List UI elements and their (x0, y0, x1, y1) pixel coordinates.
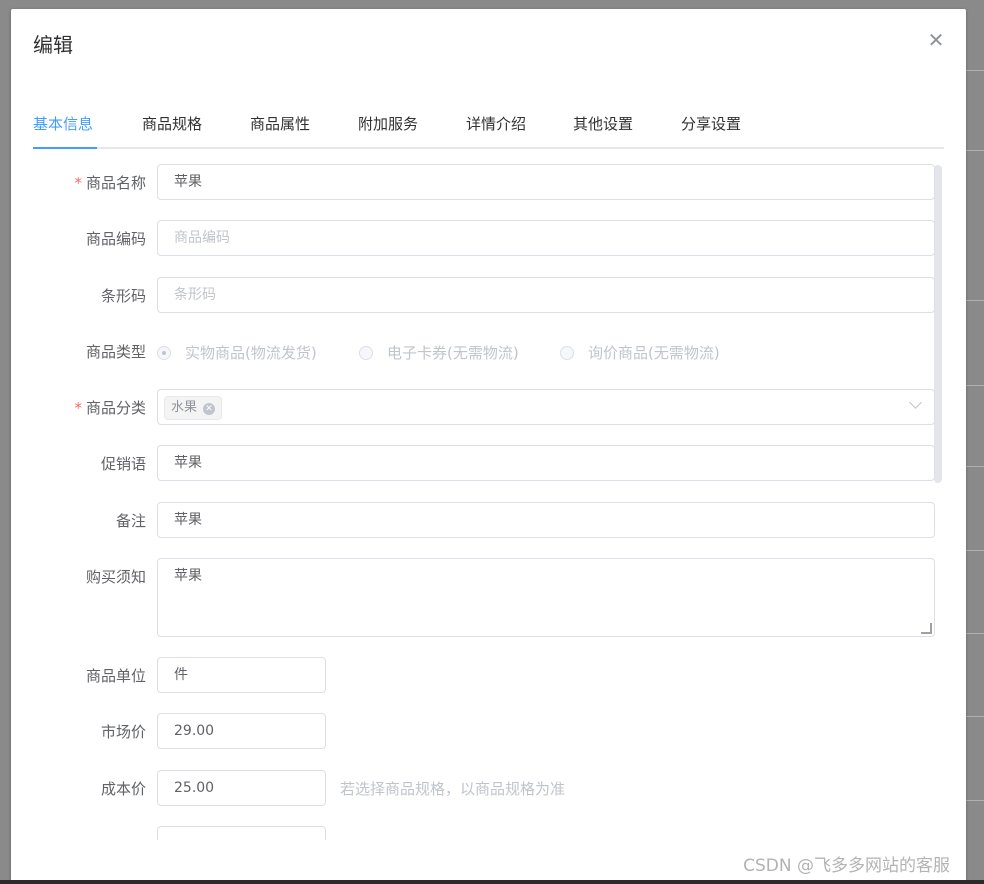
cost-price-hint: 若选择商品规格，以商品规格为准 (340, 780, 566, 798)
tab-bar: 基本信息 商品规格 商品属性 附加服务 详情介绍 其他设置 分享设置 (33, 105, 944, 149)
backdrop-line (966, 385, 984, 386)
backdrop-line (966, 70, 984, 71)
cost-price-input[interactable]: 25.00 (157, 770, 326, 806)
barcode-label: 条形码 (100, 287, 146, 305)
tab-basic-info[interactable]: 基本信息 (33, 113, 93, 134)
notice-textarea[interactable]: 苹果 (157, 558, 935, 637)
promo-input[interactable]: 苹果 (157, 445, 935, 481)
type-label: 商品类型 (85, 343, 146, 361)
barcode-input[interactable]: 条形码 (157, 277, 935, 313)
watermark: CSDN @飞多多网站的客服 (743, 856, 950, 876)
notice-text: 苹果 (174, 568, 202, 584)
close-icon[interactable]: ✕ (926, 30, 946, 50)
code-input[interactable]: 商品编码 (157, 220, 935, 256)
cost-price-label: 成本价 (100, 780, 146, 798)
form-row-cutoff (11, 826, 966, 840)
edit-dialog: 编辑 ✕ 基本信息 商品规格 商品属性 附加服务 详情介绍 其他设置 分享设置 … (11, 9, 966, 884)
required-asterisk: * (74, 399, 82, 417)
radio-unchecked-icon (560, 346, 574, 360)
required-asterisk: * (74, 174, 82, 192)
backdrop-line (966, 150, 984, 151)
category-tag-text: 水果 (171, 400, 198, 415)
category-label-text: 商品分类 (85, 399, 146, 417)
market-price-input[interactable]: 29.00 (157, 713, 326, 749)
name-label-text: 商品名称 (85, 174, 146, 192)
remark-label: 备注 (115, 512, 146, 530)
category-label: * 商品分类 (51, 397, 146, 418)
radio-inquiry-label: 询价商品(无需物流) (588, 344, 720, 362)
notice-label: 购买须知 (85, 568, 146, 586)
category-tag: 水果 ✕ (164, 396, 223, 420)
radio-unchecked-icon (359, 346, 373, 360)
promo-label: 促销语 (100, 455, 146, 473)
scrollbar[interactable] (934, 165, 942, 483)
sale-price-input[interactable] (157, 826, 326, 840)
backdrop-line (966, 633, 984, 634)
category-select[interactable]: 水果 ✕ (157, 389, 935, 425)
backdrop-line (966, 300, 984, 301)
tab-extra-services[interactable]: 附加服务 (358, 113, 418, 134)
market-price-label: 市场价 (100, 723, 146, 741)
tab-other-settings[interactable]: 其他设置 (573, 113, 633, 134)
radio-ecard[interactable]: 电子卡券(无需物流) (359, 342, 519, 363)
remark-input[interactable]: 苹果 (157, 502, 935, 538)
unit-label: 商品单位 (85, 667, 146, 685)
backdrop-line (966, 466, 984, 467)
unit-input[interactable]: 件 (157, 657, 326, 693)
radio-inquiry[interactable]: 询价商品(无需物流) (560, 342, 720, 363)
tab-active-indicator (33, 147, 97, 149)
radio-checked-icon (157, 346, 171, 360)
radio-physical-label: 实物商品(物流发货) (185, 344, 317, 362)
code-label: 商品编码 (85, 230, 146, 248)
tag-close-icon[interactable]: ✕ (203, 403, 216, 415)
chevron-down-icon[interactable] (909, 396, 922, 409)
resize-handle-icon[interactable] (921, 623, 932, 634)
backdrop-line (966, 550, 984, 551)
tab-product-spec[interactable]: 商品规格 (142, 113, 202, 134)
backdrop-line (966, 800, 984, 801)
tab-details[interactable]: 详情介绍 (466, 113, 526, 134)
tab-share-settings[interactable]: 分享设置 (681, 113, 741, 134)
radio-ecard-label: 电子卡券(无需物流) (387, 344, 519, 362)
radio-physical[interactable]: 实物商品(物流发货) (157, 342, 317, 363)
name-input[interactable]: 苹果 (157, 164, 935, 200)
name-label: * 商品名称 (51, 172, 146, 193)
backdrop-line (966, 716, 984, 717)
bottom-bar (0, 880, 984, 884)
tab-product-attributes[interactable]: 商品属性 (250, 113, 310, 134)
dialog-title: 编辑 (33, 33, 73, 57)
